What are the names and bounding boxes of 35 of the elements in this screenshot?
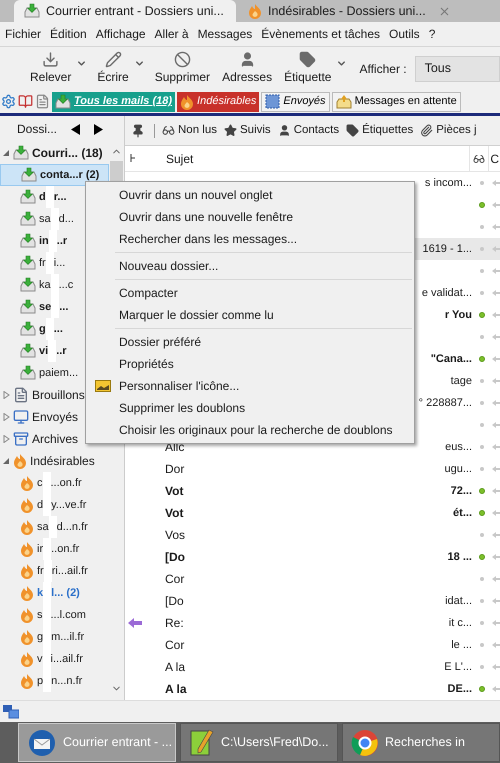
message-subject-end: 72... — [450, 484, 472, 499]
message-subject-end: le ... — [451, 638, 472, 653]
message-subject-end: s incom... — [424, 176, 472, 191]
message-subject-end: e validat... — [422, 286, 472, 301]
taskbar-label: Recherches in — [385, 734, 465, 752]
message-subject-end: ét... — [453, 506, 472, 521]
message-subject: Cor — [165, 637, 184, 654]
message-subject: [Do — [165, 593, 184, 610]
message-subject: Cor — [165, 571, 184, 588]
filter-label: Afficher : — [359, 60, 407, 78]
pane-title: Dossi... — [17, 121, 58, 138]
message-subject-end: ugu... — [444, 462, 472, 477]
message-subject: Vot — [165, 505, 184, 522]
tab-title: Indésirables - Dossiers uni... — [268, 2, 426, 20]
message-subject-end: 18 ... — [448, 550, 472, 565]
message-subject-end: idat... — [445, 594, 472, 609]
message-subject: [Do — [165, 549, 185, 566]
taskbar-label: C:\Users\Fred\Do... — [221, 734, 329, 752]
message-subject-end: ° 228887... — [418, 396, 472, 411]
message-subject: Vot — [165, 483, 184, 500]
message-subject-end: E L'... — [444, 660, 472, 675]
message-subject-end: DE... — [448, 682, 472, 697]
message-subject-end: 1619 - 1... — [422, 242, 472, 257]
message-subject: A la — [165, 659, 186, 676]
message-subject: Re: — [165, 615, 184, 632]
message-subject-end: eus... — [445, 440, 472, 455]
message-subject: Vos — [165, 527, 186, 544]
message-subject-end: it c... — [448, 616, 472, 631]
tab-title: Courrier entrant - Dossiers uni... — [46, 2, 224, 20]
taskbar-label: Courrier entrant - ... — [63, 734, 172, 752]
message-subject-end: r You — [444, 308, 472, 323]
message-subject: Dor — [165, 461, 184, 478]
message-subject-end: tage — [450, 374, 472, 389]
message-subject: A la — [165, 681, 187, 698]
message-subject-end: "Cana... — [430, 352, 472, 367]
